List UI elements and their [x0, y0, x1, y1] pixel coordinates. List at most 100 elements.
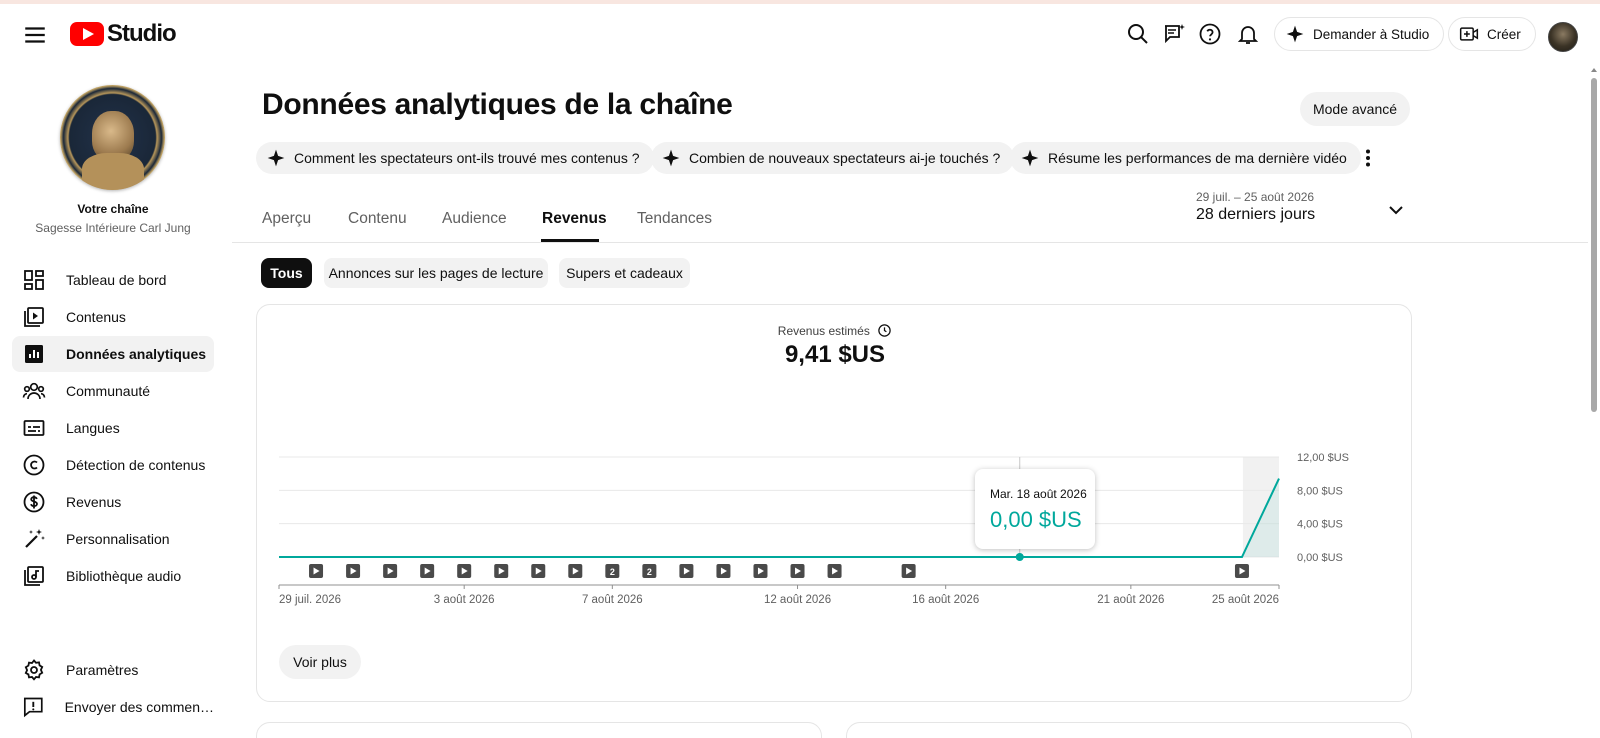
help-icon[interactable]: [1198, 22, 1222, 46]
magic-wand-icon: [25, 529, 45, 548]
video-marker: [568, 564, 583, 578]
video-marker: [346, 564, 361, 578]
ask-studio-label: Demander à Studio: [1313, 26, 1430, 42]
y-tick-label: 0,00 $US: [1297, 552, 1343, 564]
sidebar-item-label: Bibliothèque audio: [66, 568, 182, 584]
tab-overview[interactable]: Aperçu: [262, 210, 311, 228]
x-tick-label: 25 août 2026: [1212, 594, 1279, 606]
feedback-icon: [23, 697, 43, 718]
sidebar-item-languages[interactable]: Langues: [12, 410, 214, 446]
content-icon: [24, 307, 44, 327]
sidebar-item-revenue[interactable]: Revenus: [12, 484, 214, 520]
sidebar-item-label: Contenus: [66, 309, 126, 325]
date-range-label: 28 derniers jours: [1196, 206, 1316, 223]
sidebar-item-dashboard[interactable]: Tableau de bord: [12, 262, 214, 298]
sidebar-item-label: Tableau de bord: [66, 272, 167, 288]
tab-audience[interactable]: Audience: [442, 210, 507, 228]
sidebar-item-label: Revenus: [66, 494, 122, 510]
sidebar-item-label: Données analytiques: [66, 346, 207, 362]
suggested-question-chip[interactable]: Combien de nouveaux spectateurs ai-je to…: [651, 142, 1015, 174]
channel-avatar[interactable]: [60, 85, 165, 190]
video-marker: 2: [605, 564, 620, 578]
x-tick-label: 12 août 2026: [764, 594, 831, 606]
analytics-icon: [25, 345, 43, 363]
sidebar: Votre chaîne Sagesse Intérieure Carl Jun…: [0, 60, 226, 738]
gear-icon: [24, 659, 44, 681]
video-marker: [827, 564, 842, 578]
suggested-question-chip[interactable]: Comment les spectateurs ont-ils trouvé m…: [256, 142, 654, 174]
account-avatar[interactable]: [1548, 22, 1578, 52]
sidebar-item-content[interactable]: Contenus: [12, 299, 214, 335]
sidebar-item-label: Paramètres: [66, 662, 139, 678]
comment-sparkle-icon[interactable]: [1162, 22, 1186, 46]
search-icon[interactable]: [1126, 22, 1150, 46]
logo-text: Studio: [107, 20, 177, 47]
filter-chip-supers-gifts[interactable]: Supers et cadeaux: [559, 258, 690, 288]
sidebar-item-feedback[interactable]: Envoyer des commen…: [12, 689, 214, 725]
community-icon: [22, 382, 46, 400]
sidebar-item-content-detection[interactable]: Détection de contenus: [12, 447, 214, 483]
date-range-selector[interactable]: 29 juil. – 25 août 2026 28 derniers jour…: [1196, 190, 1315, 224]
bell-icon[interactable]: [1236, 22, 1260, 46]
sidebar-item-settings[interactable]: Paramètres: [12, 652, 214, 688]
advanced-mode-button[interactable]: Mode avancé: [1300, 92, 1410, 126]
more-vertical-icon[interactable]: [1356, 146, 1380, 170]
tab-content[interactable]: Contenu: [348, 210, 407, 228]
video-marker: [494, 564, 509, 578]
youtube-play-icon: [70, 22, 104, 46]
see-more-button[interactable]: Voir plus: [279, 645, 361, 679]
filter-chip-all[interactable]: Tous: [261, 258, 312, 288]
date-range-dates: 29 juil. – 25 août 2026: [1196, 190, 1315, 204]
video-marker: [309, 564, 324, 578]
dashboard-icon: [24, 270, 44, 290]
video-marker: [716, 564, 731, 578]
question-label: Résume les performances de ma dernière v…: [1048, 150, 1347, 166]
video-marker: [753, 564, 768, 578]
suggested-question-chip[interactable]: Résume les performances de ma dernière v…: [1010, 142, 1361, 174]
secondary-card: [256, 722, 822, 738]
menu-icon[interactable]: [22, 22, 48, 48]
video-marker-count: 2: [610, 567, 615, 577]
scroll-thumb[interactable]: [1591, 78, 1597, 412]
create-button[interactable]: Créer: [1448, 17, 1536, 51]
channel-label: Votre chaîne: [77, 202, 149, 216]
sidebar-item-label: Communauté: [66, 383, 151, 399]
top-bar: Studio Demander à Studio Créer: [0, 4, 1600, 60]
create-video-icon: [1459, 27, 1479, 41]
ask-studio-button[interactable]: Demander à Studio: [1274, 17, 1445, 51]
sparkle-icon: [267, 149, 285, 167]
tab-trends[interactable]: Tendances: [637, 210, 712, 228]
tab-revenue[interactable]: Revenus: [542, 210, 607, 228]
audio-library-icon: [24, 566, 44, 586]
channel-name: Sagesse Intérieure Carl Jung: [35, 221, 191, 235]
sparkle-icon: [1021, 149, 1039, 167]
page-scrollbar[interactable]: [1588, 60, 1600, 738]
chevron-down-icon[interactable]: [1384, 198, 1408, 222]
video-marker-count: 2: [647, 567, 652, 577]
revenue-chart-card: Revenus estimés 9,41 $US 12,00 $US 8,00 $…: [256, 304, 1412, 702]
sparkle-icon: [1286, 25, 1304, 43]
copyright-icon: [23, 454, 45, 476]
video-marker: [679, 564, 694, 578]
y-tick-label: 8,00 $US: [1297, 485, 1343, 497]
sidebar-item-community[interactable]: Communauté: [12, 373, 214, 409]
video-marker: [457, 564, 472, 578]
tabs-divider: [232, 242, 1588, 243]
video-marker: [420, 564, 435, 578]
question-label: Comment les spectateurs ont-ils trouvé m…: [294, 150, 640, 166]
sidebar-item-label: Langues: [66, 420, 120, 436]
scroll-up-arrow-icon[interactable]: [1588, 64, 1600, 76]
question-label: Combien de nouveaux spectateurs ai-je to…: [689, 150, 1001, 166]
revenue-line-chart[interactable]: 12,00 $US 8,00 $US 4,00 $US 0,00 $US 29 juil…: [257, 305, 1413, 703]
sidebar-item-audio-library[interactable]: Bibliothèque audio: [12, 558, 214, 594]
video-marker: [790, 564, 805, 578]
studio-logo[interactable]: Studio: [70, 20, 177, 48]
sidebar-item-analytics[interactable]: Données analytiques: [12, 336, 214, 372]
video-marker: [901, 564, 916, 578]
video-marker: [1234, 564, 1249, 578]
create-label: Créer: [1487, 26, 1521, 42]
sidebar-item-customization[interactable]: Personnalisation: [12, 521, 214, 557]
filter-chip-watch-page-ads[interactable]: Annonces sur les pages de lecture: [324, 258, 548, 288]
video-marker: 2: [642, 564, 657, 578]
x-tick-label: 16 août 2026: [912, 594, 979, 606]
